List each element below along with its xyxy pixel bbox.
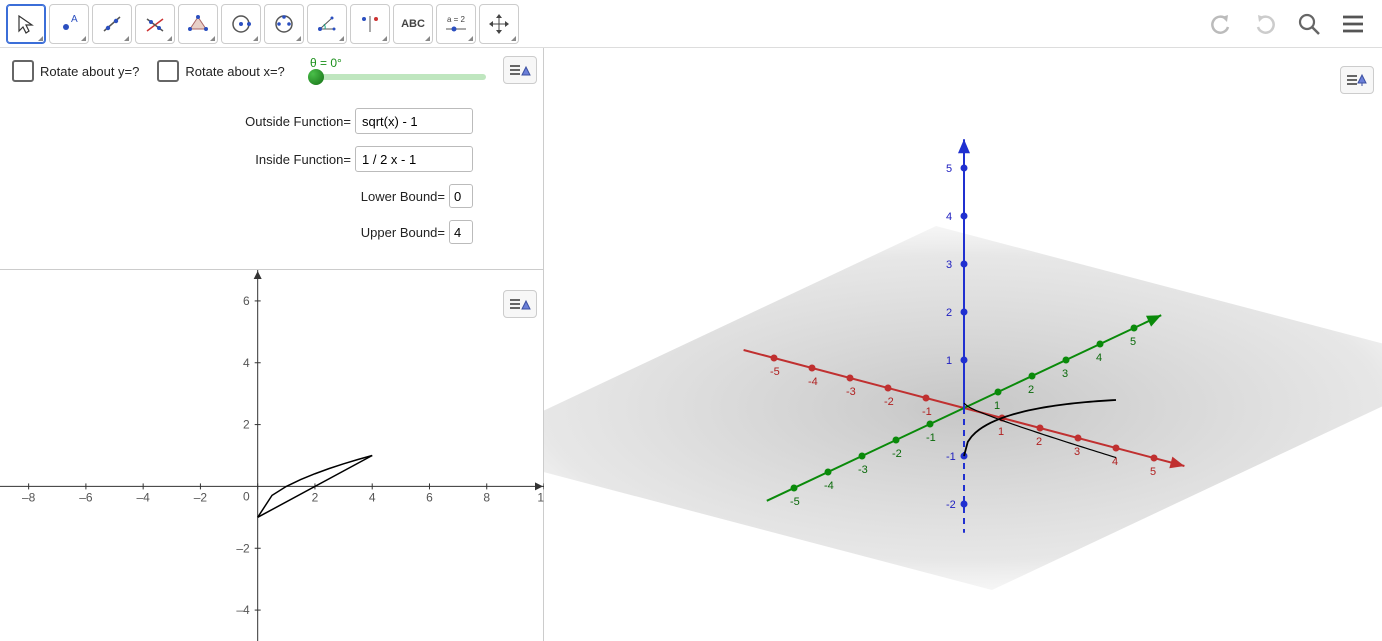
- lower-bound-input[interactable]: [449, 184, 473, 208]
- svg-text:A: A: [71, 14, 78, 25]
- svg-text:2: 2: [312, 490, 319, 504]
- svg-text:–4: –4: [136, 490, 150, 504]
- svg-text:3: 3: [1062, 368, 1068, 380]
- theta-slider[interactable]: [310, 74, 486, 80]
- svg-text:-2: -2: [892, 448, 902, 460]
- svg-text:-3: -3: [846, 386, 856, 398]
- svg-text:-2: -2: [884, 396, 894, 408]
- theta-label: θ = 0°: [310, 56, 342, 70]
- svg-text:3: 3: [946, 259, 952, 271]
- upper-bound-label: Upper Bound=: [361, 225, 445, 240]
- svg-text:6: 6: [243, 294, 250, 308]
- svg-text:1: 1: [998, 426, 1004, 438]
- undo-button[interactable]: [1204, 7, 1238, 41]
- svg-text:2: 2: [946, 307, 952, 319]
- graph-2d-panel[interactable]: –8 –6 –4 –2 2 4 6 8 10 –4 –2 2 4 6 0: [0, 270, 543, 641]
- toolbar-right: [1204, 7, 1376, 41]
- text-tool[interactable]: ABC: [393, 4, 433, 44]
- svg-text:1: 1: [946, 355, 952, 367]
- svg-text:-3: -3: [858, 464, 868, 476]
- rotate-x-checkbox[interactable]: [157, 60, 179, 82]
- svg-text:4: 4: [946, 211, 952, 223]
- svg-text:–6: –6: [79, 490, 93, 504]
- slider-tool[interactable]: a = 2: [436, 4, 476, 44]
- svg-text:3: 3: [1074, 446, 1080, 458]
- outside-function-label: Outside Function=: [245, 114, 351, 129]
- ellipse-tool[interactable]: [264, 4, 304, 44]
- point-tool[interactable]: A: [49, 4, 89, 44]
- circle-tool[interactable]: [221, 4, 261, 44]
- menu-button[interactable]: [1336, 7, 1370, 41]
- redo-button[interactable]: [1248, 7, 1282, 41]
- lower-bound-label: Lower Bound=: [361, 189, 445, 204]
- rotate-x-label: Rotate about x=?: [185, 64, 284, 79]
- controls-panel: Rotate about y=? Rotate about x=? θ = 0°…: [0, 48, 543, 270]
- graph-2d-svg: –8 –6 –4 –2 2 4 6 8 10 –4 –2 2 4 6 0: [0, 270, 544, 641]
- svg-text:1: 1: [994, 400, 1000, 412]
- svg-text:2: 2: [243, 418, 250, 432]
- svg-text:10: 10: [537, 490, 544, 504]
- svg-text:-5: -5: [790, 496, 800, 508]
- svg-text:5: 5: [946, 163, 952, 175]
- graph-3d-panel[interactable]: -5-4-3-2-112345-5-4-3-2-112345-2-112345: [544, 48, 1382, 641]
- svg-text:–2: –2: [194, 490, 208, 504]
- svg-text:–8: –8: [22, 490, 36, 504]
- rotate-y-label: Rotate about y=?: [40, 64, 139, 79]
- svg-text:–4: –4: [236, 603, 250, 617]
- svg-text:-1: -1: [926, 432, 936, 444]
- svg-text:2: 2: [1036, 436, 1042, 448]
- svg-text:–2: –2: [236, 541, 250, 555]
- angle-tool[interactable]: [307, 4, 347, 44]
- text-tool-label: ABC: [401, 18, 425, 30]
- move-tool[interactable]: [6, 4, 46, 44]
- svg-text:4: 4: [1096, 352, 1102, 364]
- svg-text:-4: -4: [808, 376, 818, 388]
- svg-text:6: 6: [426, 490, 433, 504]
- svg-text:2: 2: [1028, 384, 1034, 396]
- svg-text:-1: -1: [922, 406, 932, 418]
- slider-tool-label: a = 2: [447, 15, 465, 24]
- line-tool[interactable]: [92, 4, 132, 44]
- upper-bound-input[interactable]: [449, 220, 473, 244]
- svg-text:4: 4: [243, 356, 250, 370]
- svg-text:5: 5: [1130, 336, 1136, 348]
- search-button[interactable]: [1292, 7, 1326, 41]
- main-toolbar: A ABC: [0, 0, 1382, 48]
- pan-tool[interactable]: [479, 4, 519, 44]
- inside-function-input[interactable]: [355, 146, 473, 172]
- outside-function-input[interactable]: [355, 108, 473, 134]
- svg-text:0: 0: [243, 489, 250, 503]
- polygon-tool[interactable]: [178, 4, 218, 44]
- svg-text:5: 5: [1150, 466, 1156, 478]
- graph-3d-svg: -5-4-3-2-112345-5-4-3-2-112345-2-112345: [544, 48, 1382, 641]
- perpendicular-tool[interactable]: [135, 4, 175, 44]
- rotate-y-checkbox[interactable]: [12, 60, 34, 82]
- svg-text:-5: -5: [770, 366, 780, 378]
- panel-style-button-controls[interactable]: [503, 56, 537, 84]
- svg-text:-4: -4: [824, 480, 834, 492]
- svg-text:-1: -1: [946, 451, 956, 463]
- svg-text:8: 8: [483, 490, 490, 504]
- reflect-tool[interactable]: [350, 4, 390, 44]
- svg-text:4: 4: [369, 490, 376, 504]
- inside-function-label: Inside Function=: [255, 152, 351, 167]
- svg-text:-2: -2: [946, 499, 956, 511]
